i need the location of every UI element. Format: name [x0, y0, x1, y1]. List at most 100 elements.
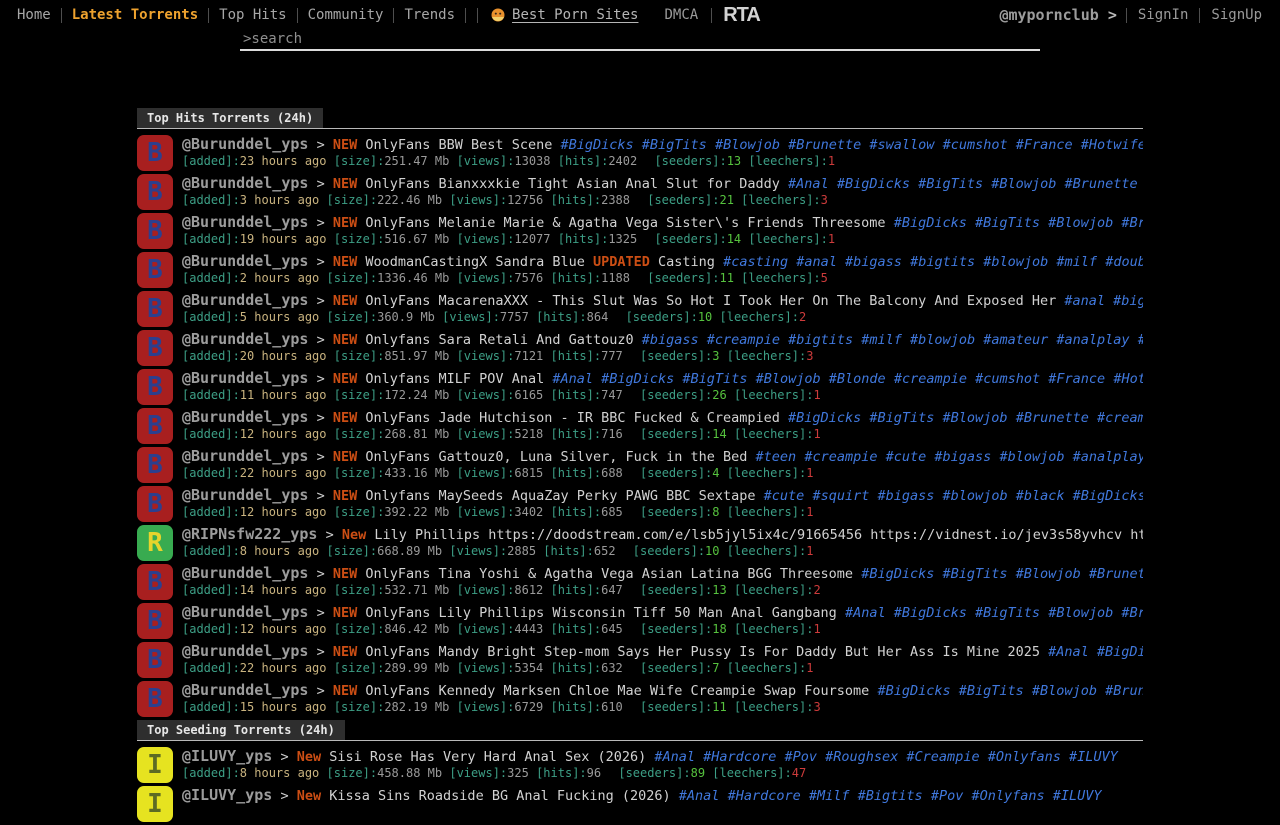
torrent-title-link[interactable]: Kissa Sins Roadside BG Anal Fucking (202…	[329, 788, 670, 804]
tag-link[interactable]: #Blowjob	[756, 371, 821, 387]
tag-link[interactable]: #Onlyfans	[971, 788, 1044, 804]
tag-link[interactable]: #ILUVY	[1053, 788, 1102, 804]
torrent-title-link[interactable]: OnlyFans Kennedy Marksen Chloe Mae Wife …	[365, 683, 869, 699]
best-porn-sites-link[interactable]: Best Porn Sites	[512, 7, 638, 23]
tag-link[interactable]: #creampie	[804, 449, 877, 465]
tag-link[interactable]: #amateur	[983, 332, 1048, 348]
tag-link[interactable]: #Brunette	[788, 137, 861, 153]
tag-link[interactable]: #BigDicks	[894, 605, 967, 621]
uploader-avatar[interactable]: B	[137, 486, 173, 522]
torrent-title-link[interactable]: OnlyFans Jade Hutchison - IR BBC Fucked …	[365, 410, 780, 426]
tag-link[interactable]: #Anal	[788, 176, 829, 192]
uploader-avatar[interactable]: B	[137, 369, 173, 405]
tag-link[interactable]: #Brunette	[1105, 683, 1143, 699]
tag-link[interactable]: #bigtits	[910, 254, 975, 270]
uploader-avatar[interactable]: B	[137, 291, 173, 327]
uploader-avatar[interactable]: B	[137, 681, 173, 717]
uploader-link[interactable]: @Burunddel_yps	[182, 252, 308, 270]
uploader-avatar[interactable]: B	[137, 447, 173, 483]
tag-link[interactable]: #bigass	[878, 488, 935, 504]
uploader-link[interactable]: @Burunddel_yps	[182, 408, 308, 426]
uploader-avatar[interactable]: R	[137, 525, 173, 561]
uploader-link[interactable]: @Burunddel_yps	[182, 564, 308, 582]
uploader-avatar[interactable]: B	[137, 603, 173, 639]
tag-link[interactable]: #black	[1016, 488, 1065, 504]
uploader-avatar[interactable]: B	[137, 642, 173, 678]
tag-link[interactable]: #Hardcore	[728, 788, 801, 804]
tag-link[interactable]: #BigDicks	[601, 371, 674, 387]
tag-link[interactable]: #Blowjob	[943, 410, 1008, 426]
torrent-title-link[interactable]: OnlyFans BBW Best Scene	[365, 137, 552, 153]
dmca-link[interactable]: DMCA	[664, 7, 698, 23]
tag-link[interactable]: #France	[1016, 137, 1073, 153]
tag-link[interactable]: #BigTits	[959, 683, 1024, 699]
torrent-title-link[interactable]: OnlyFans MacarenaXXX - This Slut Was So …	[365, 293, 1056, 309]
uploader-avatar[interactable]: B	[137, 252, 173, 288]
uploader-link[interactable]: @Burunddel_yps	[182, 681, 308, 699]
tag-link[interactable]: #anal	[1064, 293, 1105, 309]
uploader-link[interactable]: @Burunddel_yps	[182, 213, 308, 231]
tag-link[interactable]: #milf	[1056, 254, 1097, 270]
tag-link[interactable]: #BigDicks	[1073, 488, 1143, 504]
tag-link[interactable]: #BigTits	[975, 605, 1040, 621]
tag-link[interactable]: #milf	[861, 332, 902, 348]
tag-link[interactable]: #bigass	[1113, 293, 1143, 309]
torrent-title-link[interactable]: OnlyFans Melanie Marie & Agatha Vega Sis…	[365, 215, 885, 231]
tag-link[interactable]: #BigTits	[869, 410, 934, 426]
tag-link[interactable]: #teen	[756, 449, 797, 465]
uploader-link[interactable]: @Burunddel_yps	[182, 642, 308, 660]
torrent-title-link[interactable]: OnlyFans Gattouz0, Luna Silver, Fuck in …	[365, 449, 747, 465]
uploader-link[interactable]: @Burunddel_yps	[182, 135, 308, 153]
tag-link[interactable]: #Onlyfans	[988, 749, 1061, 765]
tag-link[interactable]: #Blonde	[829, 371, 886, 387]
tag-link[interactable]: #France	[1048, 371, 1105, 387]
tag-link[interactable]: #bigass	[934, 449, 991, 465]
tag-link[interactable]: #Brunette	[1121, 215, 1143, 231]
uploader-avatar[interactable]: I	[137, 747, 173, 783]
uploader-link[interactable]: @ILUVY_yps	[182, 786, 272, 804]
tag-link[interactable]: #creampie	[1097, 410, 1143, 426]
uploader-link[interactable]: @Burunddel_yps	[182, 603, 308, 621]
signin-link[interactable]: SignIn	[1128, 7, 1199, 23]
tag-link[interactable]: #Brunette	[1064, 176, 1137, 192]
tag-link[interactable]: #Blowjob	[715, 137, 780, 153]
tag-link[interactable]: #bigass	[642, 332, 699, 348]
tag-link[interactable]: #cumshot	[943, 137, 1008, 153]
tag-link[interactable]: #Milf	[809, 788, 850, 804]
tag-link[interactable]: #BigTits	[918, 176, 983, 192]
uploader-link[interactable]: @Burunddel_yps	[182, 447, 308, 465]
nav-item-community[interactable]: Community	[299, 7, 393, 23]
torrent-title-link[interactable]: Onlyfans Sara Retali And Gattouz0	[365, 332, 633, 348]
tag-link[interactable]: #BigDicks	[861, 566, 934, 582]
tag-link[interactable]: #Creampie	[906, 749, 979, 765]
tag-link[interactable]: #Anal	[845, 605, 886, 621]
tag-link[interactable]: #Anal	[654, 749, 695, 765]
tag-link[interactable]: #blowjob	[943, 488, 1008, 504]
torrent-title-link[interactable]: OnlyFans Bianxxxkie Tight Asian Anal Slu…	[365, 176, 780, 192]
tag-link[interactable]: #blowjob	[999, 449, 1064, 465]
tag-link[interactable]: #Blowjob	[1048, 605, 1113, 621]
tag-link[interactable]: #Pov	[784, 749, 817, 765]
best-porn-sites-group[interactable]: Best Porn Sites	[491, 7, 638, 23]
tag-link[interactable]: #Bigtits	[858, 788, 923, 804]
tag-link[interactable]: #Anal	[1048, 644, 1089, 660]
torrent-title-link[interactable]: OnlyFans Tina Yoshi & Agatha Vega Asian …	[365, 566, 853, 582]
torrent-title-link[interactable]: OnlyFans Mandy Bright Step-mom Says Her …	[365, 644, 1040, 660]
tag-link[interactable]: #creampie	[894, 371, 967, 387]
nav-item-trends[interactable]: Trends	[395, 7, 464, 23]
tag-link[interactable]: #blowjob	[983, 254, 1048, 270]
tag-link[interactable]: #BigDicks	[837, 176, 910, 192]
nav-item-home[interactable]: Home	[8, 7, 60, 23]
tag-link[interactable]: #cute	[764, 488, 805, 504]
torrent-title-link[interactable]: Sisi Rose Has Very Hard Anal Sex (2026)	[329, 749, 646, 765]
signup-link[interactable]: SignUp	[1201, 7, 1272, 23]
tag-link[interactable]: #bigtits	[788, 332, 853, 348]
tag-link[interactable]: #BigDicks	[560, 137, 633, 153]
tag-link[interactable]: #analplay	[1073, 449, 1143, 465]
uploader-avatar[interactable]: I	[137, 786, 173, 822]
uploader-avatar[interactable]: B	[137, 213, 173, 249]
uploader-link[interactable]: @Burunddel_yps	[182, 174, 308, 192]
tag-link[interactable]: #cute	[886, 449, 927, 465]
tag-link[interactable]: #casting	[723, 254, 788, 270]
tag-link[interactable]: #BigTits	[975, 215, 1040, 231]
